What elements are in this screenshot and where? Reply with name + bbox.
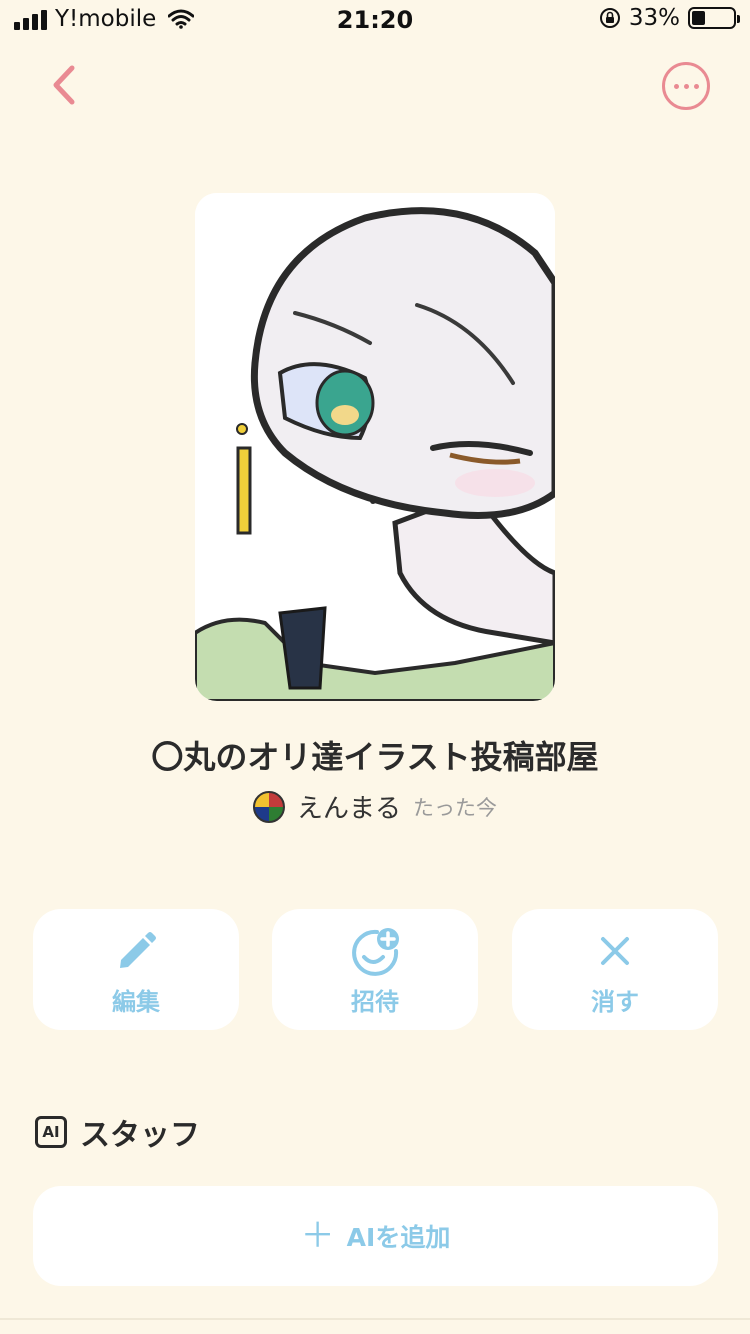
owner-name[interactable]: えんまる [297, 788, 401, 825]
edit-button[interactable]: 編集 [33, 909, 239, 1030]
chevron-left-icon [53, 65, 75, 105]
room-cover-image [195, 193, 555, 701]
delete-label: 消す [591, 988, 639, 1016]
more-icon-dot [683, 83, 689, 89]
room-title: 〇丸のオリ達イラスト投稿部屋 [151, 738, 599, 776]
delete-button[interactable]: 消す [512, 909, 718, 1030]
edit-label: 編集 [112, 988, 160, 1016]
staff-title: スタッフ [80, 1118, 200, 1153]
divider [0, 1318, 750, 1320]
pencil-icon [120, 932, 156, 968]
rotation-lock-icon [599, 8, 620, 28]
plus-icon: ＋ [300, 1216, 335, 1256]
invite-label: 招待 [351, 988, 399, 1016]
owner-row[interactable]: えんまる たった今 [0, 788, 750, 825]
more-options-button[interactable] [662, 62, 710, 110]
add-ai-label: AIを追加 [346, 1223, 451, 1252]
more-icon-dot [693, 83, 699, 89]
status-bar: Y!mobile 21:20 33% [0, 0, 750, 40]
staff-section-header: AI スタッフ [35, 1110, 200, 1154]
battery-fill [692, 11, 706, 25]
add-ai-button[interactable]: ＋ AIを追加 [33, 1186, 718, 1286]
back-button[interactable] [40, 58, 90, 112]
ai-badge-icon: AI [35, 1116, 67, 1148]
invite-user-icon [352, 928, 399, 976]
avatar[interactable] [252, 790, 285, 823]
posted-time: たった今 [413, 795, 497, 820]
battery-percent: 33% [628, 5, 680, 31]
invite-button[interactable]: 招待 [272, 909, 478, 1030]
more-icon-dot [673, 83, 679, 89]
status-right: 33% [599, 5, 740, 31]
character-illustration [195, 193, 555, 701]
close-icon [601, 937, 629, 965]
battery-icon [688, 7, 740, 29]
